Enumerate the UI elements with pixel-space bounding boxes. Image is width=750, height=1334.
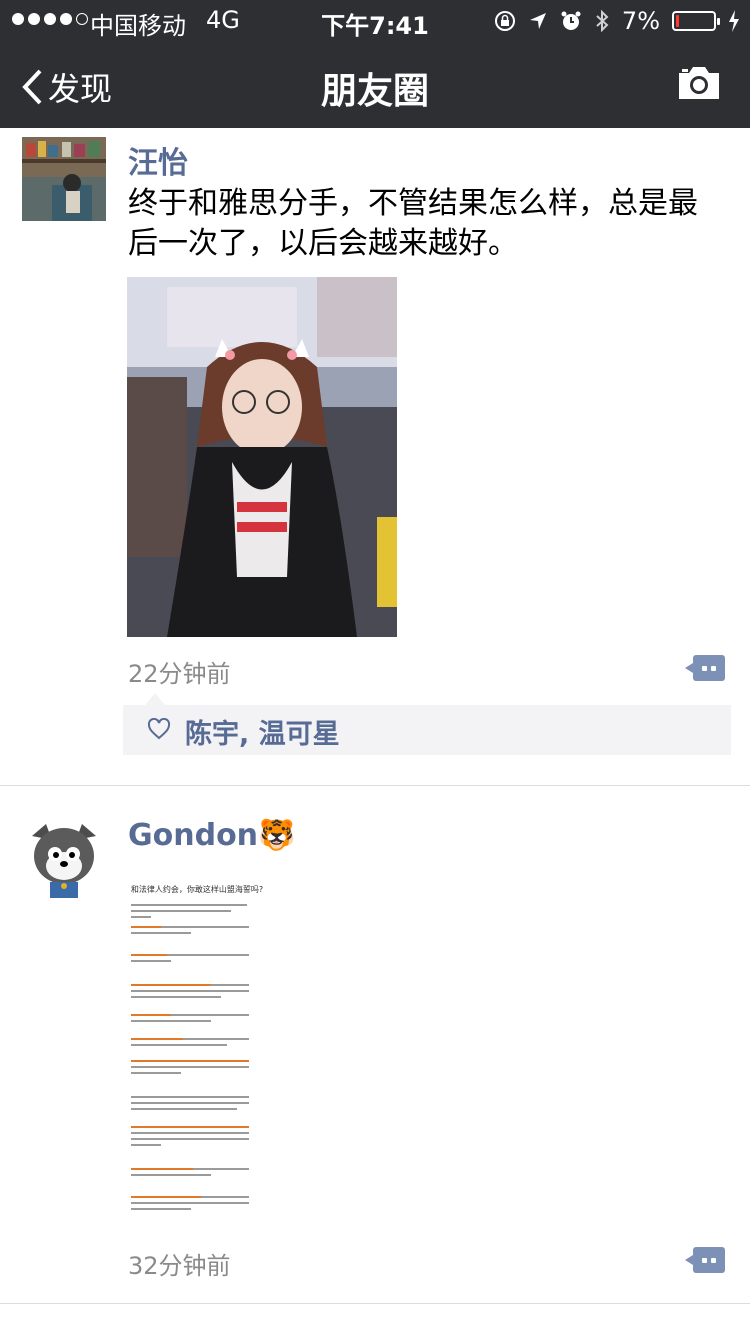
- post-timestamp: 32分钟前: [128, 1252, 231, 1280]
- moment-post: 汪怡 终于和雅思分手，不管结果怎么样，总是最后一次了，以后会越来越好。 22分钟…: [0, 128, 750, 785]
- post-divider: [0, 1303, 750, 1304]
- battery-icon: [672, 11, 720, 31]
- comment-button[interactable]: [685, 1247, 725, 1273]
- charging-bolt-icon: [729, 10, 739, 32]
- header: 中国移动 4G 下午7:41 7% 发现 朋友圈: [0, 0, 750, 128]
- comment-button[interactable]: [685, 655, 725, 681]
- author-name[interactable]: 汪怡: [128, 138, 188, 182]
- battery-percent: 7%: [621, 7, 660, 35]
- avatar[interactable]: [22, 137, 106, 221]
- status-bar: 中国移动 4G 下午7:41 7%: [0, 0, 750, 40]
- alarm-icon: [561, 11, 581, 30]
- camera-icon[interactable]: [676, 65, 722, 101]
- post-timestamp: 22分钟前: [128, 660, 231, 688]
- navigation-bar: 发现 朋友圈: [0, 40, 750, 128]
- page-title: 朋友圈: [320, 71, 429, 112]
- post-text: 终于和雅思分手，不管结果怎么样，总是最后一次了，以后会越来越好。: [128, 186, 698, 261]
- avatar[interactable]: [22, 816, 106, 900]
- post-image-document[interactable]: 和法律人约会，你敢这样山盟海誓吗?: [127, 874, 263, 1234]
- post-photo[interactable]: [127, 277, 397, 637]
- moment-post: Gondon🐯 和法律人约会，你敢这样山盟海誓吗? 32分钟前: [0, 786, 750, 1306]
- likes-panel: 陈宇, 温可星: [123, 693, 731, 755]
- document-title: 和法律人约会，你敢这样山盟海誓吗?: [130, 885, 264, 894]
- heart-icon: [147, 718, 171, 740]
- location-arrow-icon: [529, 13, 546, 29]
- likes-names[interactable]: 陈宇, 温可星: [185, 712, 340, 751]
- orientation-lock-icon: [494, 11, 515, 31]
- bluetooth-icon: [596, 9, 609, 33]
- author-name[interactable]: Gondon🐯: [128, 818, 295, 853]
